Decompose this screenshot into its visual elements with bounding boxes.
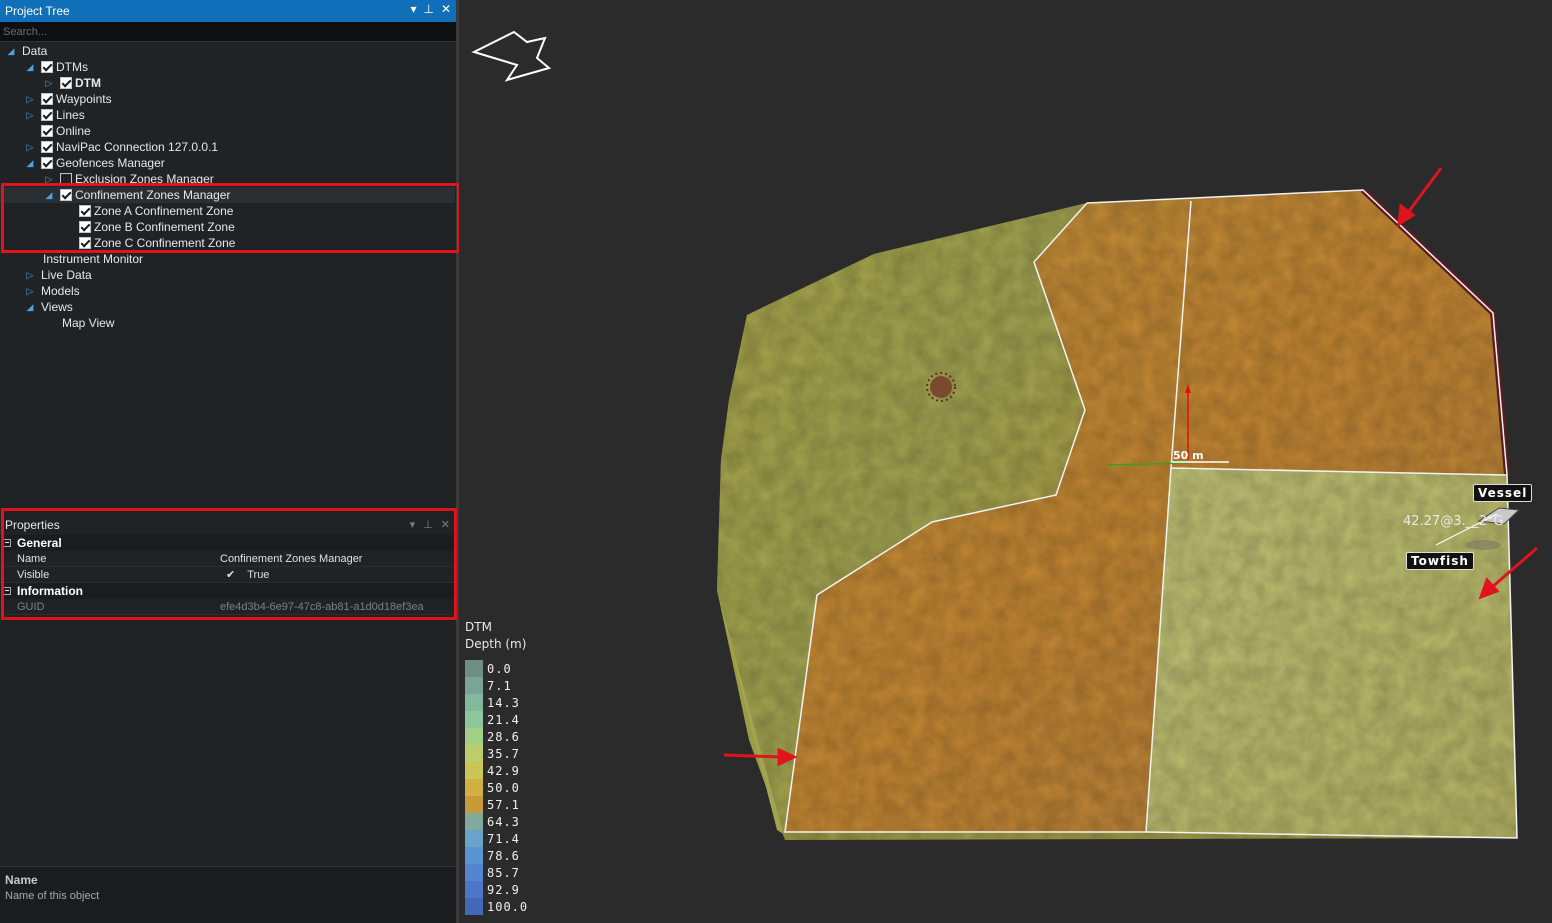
collapse-icon[interactable]: ◢ <box>25 158 35 169</box>
legend-label: 92.9 <box>487 882 520 897</box>
legend-title: DTM <box>465 620 492 634</box>
highlight-box-tree <box>1 183 460 253</box>
collapse-icon[interactable]: ◢ <box>6 46 16 57</box>
legend-swatch <box>465 762 483 779</box>
tree-node-dtms[interactable]: ◢ DTMs <box>25 59 88 75</box>
legend-swatch <box>465 830 483 847</box>
collapse-icon[interactable]: ◢ <box>25 62 35 73</box>
tree-node-models[interactable]: ▷ Models <box>25 283 80 299</box>
legend-subtitle: Depth (m) <box>465 637 527 651</box>
pin-icon[interactable]: ⊥ <box>423 2 433 16</box>
towfish-label[interactable]: Towfish <box>1406 552 1474 570</box>
legend-label: 28.6 <box>487 729 520 744</box>
project-tree-header: Project Tree ▾ ⊥ ✕ <box>0 0 456 22</box>
tree-node-lines[interactable]: ▷ Lines <box>25 107 85 123</box>
tree-node-online[interactable]: Online <box>41 123 91 139</box>
tree-search-input[interactable]: Search... <box>0 22 456 42</box>
legend-label: 42.9 <box>487 763 520 778</box>
legend-swatch <box>465 813 483 830</box>
legend-swatch <box>465 745 483 762</box>
checkbox[interactable] <box>41 93 53 105</box>
legend-label: 0.0 <box>487 661 512 676</box>
tree-node-data[interactable]: ◢ Data <box>6 43 48 59</box>
expand-icon[interactable]: ▷ <box>25 94 35 105</box>
checkbox[interactable] <box>41 125 53 137</box>
north-arrow-icon <box>471 30 552 82</box>
tree-node-dtm[interactable]: ▷ DTM <box>44 75 101 91</box>
project-tree: ◢ Data ◢ DTMs ▷ DTM ▷ Waypoints ▷ Lines … <box>0 42 460 512</box>
tree-node-live-data[interactable]: ▷ Live Data <box>25 267 92 283</box>
towfish-shadow <box>1465 540 1501 550</box>
legend-label: 85.7 <box>487 865 520 880</box>
legend-swatch <box>465 898 483 915</box>
legend-swatch <box>465 847 483 864</box>
legend-swatch <box>465 728 483 745</box>
legend-entry: 50.0 <box>465 779 528 796</box>
legend-label: 50.0 <box>487 780 520 795</box>
legend-entry: 42.9 <box>465 762 528 779</box>
legend-label: 7.1 <box>487 678 512 693</box>
project-tree-title: Project Tree <box>5 4 70 18</box>
legend-entry: 57.1 <box>465 796 528 813</box>
legend-swatch <box>465 711 483 728</box>
legend-label: 14.3 <box>487 695 520 710</box>
tree-node-instrument-monitor[interactable]: Instrument Monitor <box>43 251 143 267</box>
tree-node-map-view[interactable]: Map View <box>62 315 114 331</box>
dropdown-icon[interactable]: ▾ <box>410 2 416 16</box>
legend-entry: 21.4 <box>465 711 528 728</box>
legend-label: 21.4 <box>487 712 520 727</box>
legend-entry: 85.7 <box>465 864 528 881</box>
legend-entry: 7.1 <box>465 677 528 694</box>
legend-entry: 78.6 <box>465 847 528 864</box>
legend-entry: 35.7 <box>465 745 528 762</box>
legend-entry: 28.6 <box>465 728 528 745</box>
legend-label: 57.1 <box>487 797 520 812</box>
expand-icon[interactable]: ▷ <box>25 270 35 281</box>
map-canvas[interactable] <box>459 0 1552 923</box>
expand-icon[interactable]: ▷ <box>25 286 35 297</box>
legend-label: 100.0 <box>487 899 529 914</box>
legend-swatch <box>465 864 483 881</box>
map-view[interactable]: 50 m Vessel 42.27@3.__2°G Towfish DTM De… <box>459 0 1552 923</box>
scale-label: 50 m <box>1173 449 1204 462</box>
highlight-box-properties <box>1 508 457 620</box>
legend-swatch <box>465 660 483 677</box>
legend-swatch <box>465 694 483 711</box>
left-panel: Project Tree ▾ ⊥ ✕ Search... ◢ Data ◢ DT… <box>0 0 460 923</box>
checkbox[interactable] <box>60 77 72 89</box>
legend-swatch <box>465 796 483 813</box>
legend-swatch <box>465 881 483 898</box>
checkbox[interactable] <box>41 157 53 169</box>
checkbox[interactable] <box>41 61 53 73</box>
legend-entry: 14.3 <box>465 694 528 711</box>
legend-label: 71.4 <box>487 831 520 846</box>
expand-icon[interactable]: ▷ <box>44 78 54 89</box>
legend-entry: 0.0 <box>465 660 528 677</box>
checkbox[interactable] <box>41 141 53 153</box>
tree-node-navipac[interactable]: ▷ NaviPac Connection 127.0.0.1 <box>25 139 219 155</box>
legend-swatch <box>465 677 483 694</box>
close-icon[interactable]: ✕ <box>441 2 451 16</box>
expand-icon[interactable]: ▷ <box>25 110 35 121</box>
terrain-texture <box>717 190 1517 840</box>
legend-label: 35.7 <box>487 746 520 761</box>
checkbox[interactable] <box>41 109 53 121</box>
depth-legend: 0.0 7.1 14.3 21.4 28.6 35.7 42.9 50.0 57.1 64.3 71… <box>465 660 528 915</box>
property-description: Name Name of this object <box>0 866 456 923</box>
tree-node-views[interactable]: ◢ Views <box>25 299 73 315</box>
legend-swatch <box>465 779 483 796</box>
legend-entry: 71.4 <box>465 830 528 847</box>
legend-label: 78.6 <box>487 848 520 863</box>
collapse-icon[interactable]: ◢ <box>25 302 35 313</box>
coordinate-readout: 42.27@3.__2°G <box>1403 514 1504 529</box>
expand-icon[interactable]: ▷ <box>25 142 35 153</box>
vessel-label[interactable]: Vessel <box>1473 484 1533 502</box>
legend-entry: 64.3 <box>465 813 528 830</box>
tree-node-geofences[interactable]: ◢ Geofences Manager <box>25 155 165 171</box>
tree-node-waypoints[interactable]: ▷ Waypoints <box>25 91 112 107</box>
legend-entry: 100.0 <box>465 898 528 915</box>
legend-entry: 92.9 <box>465 881 528 898</box>
legend-label: 64.3 <box>487 814 520 829</box>
